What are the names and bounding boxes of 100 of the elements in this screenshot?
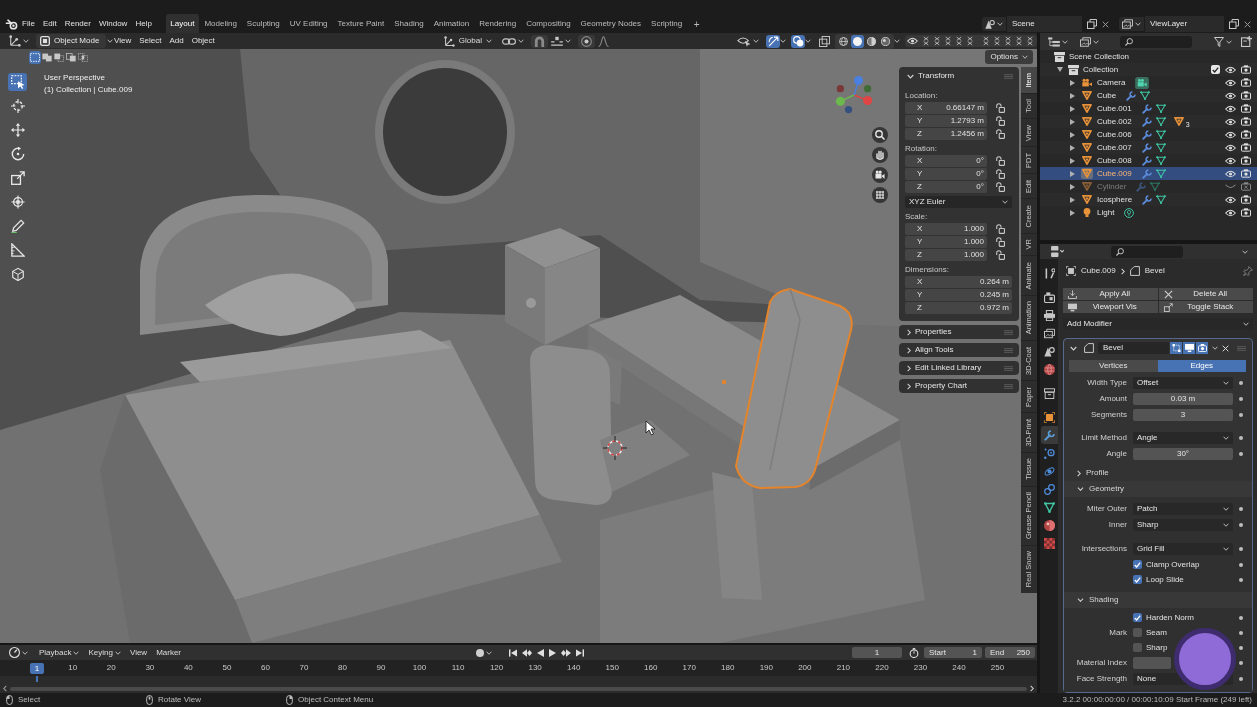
menu-item[interactable]: Add xyxy=(165,36,188,46)
gizmo-toggle[interactable] xyxy=(766,34,780,48)
crossed-camera-icon[interactable] xyxy=(1241,182,1251,191)
panel-header[interactable]: Edit Linked Library xyxy=(899,361,1019,375)
menu-item[interactable]: Help xyxy=(131,19,156,29)
start-frame-field[interactable]: Start 1 xyxy=(924,647,982,658)
dropdown[interactable]: XYZ Euler xyxy=(905,196,1012,208)
disclosure-triangle-icon[interactable] xyxy=(1070,209,1075,216)
open-padlock-icon[interactable] xyxy=(995,129,1005,139)
wrench-icon[interactable] xyxy=(1141,142,1152,153)
tool-button[interactable] xyxy=(8,217,27,235)
menu-item[interactable]: Marker xyxy=(153,646,185,659)
drag-handle-icon[interactable] xyxy=(1004,365,1013,371)
grid-icon[interactable] xyxy=(872,187,888,203)
eye-icon[interactable] xyxy=(1225,117,1236,126)
camera-icon[interactable] xyxy=(1241,169,1251,178)
keyframe-dot-icon[interactable] xyxy=(1239,507,1243,511)
workspace-tab[interactable]: Sculpting xyxy=(242,14,285,33)
jump-to-end-icon[interactable] xyxy=(576,648,585,657)
editor-type-button[interactable] xyxy=(6,646,31,659)
camera-icon[interactable] xyxy=(1241,195,1251,204)
tool-button[interactable] xyxy=(8,241,27,259)
stopwatch-icon[interactable] xyxy=(909,647,919,658)
breadcrumb-object[interactable]: Cube.009 xyxy=(1081,266,1116,276)
end-frame-field[interactable]: End 250 xyxy=(985,647,1035,658)
shading-button[interactable] xyxy=(837,34,850,48)
wrench-icon[interactable] xyxy=(1126,90,1137,101)
bulb-circle-icon[interactable] xyxy=(1124,207,1135,218)
disclosure-triangle-icon[interactable] xyxy=(1070,118,1075,125)
workspace-tab[interactable]: Geometry Nodes xyxy=(576,14,646,33)
number-field[interactable]: 0.03 m xyxy=(1133,393,1233,405)
triangle-icon[interactable] xyxy=(1173,117,1184,126)
selectability-button[interactable] xyxy=(734,34,762,48)
outliner-row[interactable]: Cube.006 xyxy=(1040,128,1257,141)
vertex-triangle-icon[interactable] xyxy=(1155,169,1166,178)
menu-item[interactable]: Playback xyxy=(36,646,83,659)
number-field[interactable]: Y 0° xyxy=(905,168,987,180)
subpanel-header[interactable]: Shading xyxy=(1064,592,1252,608)
outliner-row[interactable]: Camera xyxy=(1040,76,1257,89)
magnifier-icon[interactable] xyxy=(872,127,888,143)
shading-button[interactable] xyxy=(879,34,892,48)
eye-icon[interactable] xyxy=(1225,156,1236,165)
hand-icon[interactable] xyxy=(872,147,888,163)
view-layer-selector[interactable] xyxy=(1119,17,1144,31)
panel-header[interactable]: Transform xyxy=(899,67,1019,85)
dropdown[interactable]: Patch xyxy=(1133,503,1233,515)
open-padlock-icon[interactable] xyxy=(995,169,1005,179)
disclosure-triangle-icon[interactable] xyxy=(1070,144,1075,151)
chevron-right-icon[interactable] xyxy=(1030,685,1034,692)
edit-mode-toggle[interactable] xyxy=(1170,342,1182,354)
open-padlock-icon[interactable] xyxy=(995,156,1005,166)
number-field[interactable]: X 0° xyxy=(905,155,987,167)
workspace-tab[interactable]: Layout xyxy=(165,14,199,33)
number-field[interactable]: X 0.264 m xyxy=(905,276,1012,288)
open-padlock-icon[interactable] xyxy=(995,103,1005,113)
keyframe-dot-icon[interactable] xyxy=(1239,615,1243,620)
camera-icon[interactable] xyxy=(1241,208,1251,217)
vertex-triangle-icon[interactable] xyxy=(1140,91,1151,100)
keyframe-dot-icon[interactable] xyxy=(1239,630,1243,635)
keyframe-dot-icon[interactable] xyxy=(1239,452,1243,456)
keyframe-dot-icon[interactable] xyxy=(1239,381,1243,385)
play-icon[interactable] xyxy=(549,648,557,657)
orientation-dropdown[interactable]: Global xyxy=(440,34,495,48)
camera-icon[interactable] xyxy=(1241,104,1251,113)
cross-pair-icon[interactable] xyxy=(983,36,989,46)
cross-pair-icon[interactable] xyxy=(934,36,940,46)
add-workspace-button[interactable]: + xyxy=(687,15,706,33)
outliner-row[interactable]: Scene Collection xyxy=(1040,50,1257,63)
eye-icon[interactable] xyxy=(1225,169,1236,178)
number-field[interactable]: X 1.000 xyxy=(905,223,987,235)
disclosure-triangle-icon[interactable] xyxy=(1070,92,1075,99)
eye-icon[interactable] xyxy=(1225,78,1236,87)
vertex-triangle-icon[interactable] xyxy=(1150,182,1161,191)
eye-icon[interactable] xyxy=(1225,104,1236,113)
drag-handle-icon[interactable] xyxy=(1237,345,1246,351)
chevron-left-icon[interactable] xyxy=(3,685,7,692)
options-dropdown[interactable]: Options xyxy=(985,50,1033,64)
eye-icon[interactable] xyxy=(1225,65,1236,74)
camera-icon[interactable] xyxy=(1241,156,1251,165)
snap-toggle[interactable] xyxy=(530,34,548,48)
view-layer-field[interactable]: ViewLayer xyxy=(1144,16,1224,32)
overlays-toggle[interactable] xyxy=(791,34,805,48)
workspace-tab[interactable]: UV Editing xyxy=(285,14,333,33)
editor-type-button[interactable] xyxy=(1048,245,1067,258)
checkbox-label[interactable]: Harden Norm xyxy=(1146,612,1194,623)
camera-icon[interactable] xyxy=(1241,130,1251,139)
keyframe-dot-icon[interactable] xyxy=(1239,645,1243,650)
shading-button[interactable] xyxy=(851,34,864,48)
previous-keyframe-icon[interactable] xyxy=(522,648,533,657)
outliner-row[interactable]: Cube.009 xyxy=(1040,167,1257,180)
checkbox[interactable] xyxy=(1133,643,1142,652)
shading-button[interactable] xyxy=(865,34,878,48)
wrench-icon[interactable] xyxy=(1141,116,1152,127)
number-field[interactable]: 3 xyxy=(1133,409,1233,421)
menu-item[interactable]: Select xyxy=(135,36,166,46)
camera-tile-icon[interactable] xyxy=(1135,76,1150,89)
workspace-tab[interactable]: Texture Paint xyxy=(333,14,389,33)
cross-pair-icon[interactable] xyxy=(1005,36,1011,46)
open-padlock-icon[interactable] xyxy=(995,182,1005,192)
select-mode-button[interactable] xyxy=(65,50,77,64)
